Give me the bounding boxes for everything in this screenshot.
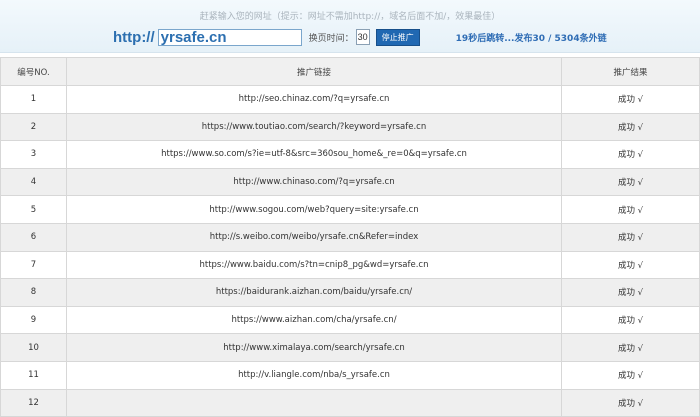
- input-hint: 赶紧输入您的网址（提示：网址不需加http://，域名后面不加/，效果最佳）: [199, 12, 501, 22]
- row-number: 5: [0, 195, 67, 224]
- row-number: 10: [0, 333, 67, 362]
- promotion-result: 成功 √: [561, 85, 700, 114]
- table-row: 5 http://www.sogou.com/web?query=site:yrs…: [0, 195, 700, 224]
- table-row: 11 http://v.liangle.com/nba/s_yrsafe.cn 成功…: [0, 360, 700, 390]
- promotion-link[interactable]: http://www.sogou.com/web?query=site:yrsa…: [66, 195, 562, 224]
- table-header-row: 编号NO. 推广链接 推广结果: [0, 57, 700, 86]
- column-header-link: 推广链接: [66, 57, 562, 86]
- status-text: 19秒后跳转...发布30 / 5304条外链: [455, 33, 607, 44]
- promotion-result: 成功 √: [561, 278, 700, 307]
- url-form: http:// 换页时间： 停止推广 19秒后跳转...发布30 / 5304条…: [113, 27, 607, 47]
- table-row: 2 https://www.toutiao.com/search/?keyword…: [0, 112, 700, 142]
- table-row: 1 http://seo.chinaz.com/?q=yrsafe.cn 成功 √: [0, 85, 700, 114]
- table-row: 9 https://www.aizhan.com/cha/yrsafe.cn/成功…: [0, 305, 700, 335]
- row-number: 2: [0, 112, 67, 142]
- promotion-link[interactable]: https://baidurank.aizhan.com/baidu/yrsaf…: [66, 278, 562, 307]
- promotion-link[interactable]: http://v.liangle.com/nba/s_yrsafe.cn: [66, 360, 562, 390]
- table-row: 8 https://baidurank.aizhan.com/baidu/yrsa…: [0, 278, 700, 307]
- row-number: 7: [0, 250, 67, 280]
- stop-promotion-button[interactable]: 停止推广: [375, 28, 420, 46]
- protocol-label: http://: [113, 28, 155, 46]
- results-table: 编号NO. 推广链接 推广结果 1 http://seo.chinaz.com/?…: [0, 57, 700, 417]
- interval-input[interactable]: [355, 29, 370, 45]
- row-number: 11: [0, 360, 67, 390]
- promotion-result: 成功 √: [561, 360, 700, 390]
- promotion-result: 成功 √: [561, 305, 700, 335]
- row-number: 8: [0, 278, 67, 307]
- row-number: 3: [0, 140, 67, 169]
- url-input[interactable]: [157, 28, 302, 46]
- table-row: 10 http://www.ximalaya.com/search/yrsafe.…: [0, 333, 700, 362]
- promotion-result: 成功 √: [561, 140, 700, 169]
- row-number: 6: [0, 222, 67, 252]
- row-number: 9: [0, 305, 67, 335]
- table-row: 3 https://www.so.com/s?ie=utf-8&src=360so…: [0, 140, 700, 169]
- promotion-result: 成功 √: [561, 167, 700, 197]
- promotion-result: 成功 √: [561, 222, 700, 252]
- column-header-result: 推广结果: [561, 57, 700, 86]
- table-row: 12 成功 √: [0, 388, 700, 417]
- promotion-result: 成功 √: [561, 195, 700, 224]
- promotion-link[interactable]: https://www.aizhan.com/cha/yrsafe.cn/: [66, 305, 562, 335]
- promotion-result: 成功 √: [561, 112, 700, 142]
- table-row: 7 https://www.baidu.com/s?tn=cnip8_pg&wd=…: [0, 250, 700, 280]
- promotion-result: 成功 √: [561, 250, 700, 280]
- row-number: 12: [0, 388, 67, 417]
- page-switch-label: 换页时间：: [308, 33, 354, 44]
- promotion-link[interactable]: http://www.chinaso.com/?q=yrsafe.cn: [66, 167, 562, 197]
- row-number: 4: [0, 167, 67, 197]
- row-number: 1: [0, 85, 67, 114]
- promotion-link[interactable]: http://www.ximalaya.com/search/yrsafe.cn: [66, 333, 562, 362]
- promotion-link[interactable]: http://seo.chinaz.com/?q=yrsafe.cn: [66, 85, 562, 114]
- table-row: 4 http://www.chinaso.com/?q=yrsafe.cn 成功 √: [0, 167, 700, 197]
- promotion-result: 成功 √: [561, 388, 700, 417]
- promotion-link[interactable]: [66, 388, 562, 417]
- table-row: 6 http://s.weibo.com/weibo/yrsafe.cn&Refe…: [0, 222, 700, 252]
- header-bar: 赶紧输入您的网址（提示：网址不需加http://，域名后面不加/，效果最佳） h…: [0, 0, 700, 53]
- promotion-link[interactable]: https://www.baidu.com/s?tn=cnip8_pg&wd=y…: [66, 250, 562, 280]
- promotion-link[interactable]: https://www.toutiao.com/search/?keyword=…: [66, 112, 562, 142]
- promotion-link[interactable]: http://s.weibo.com/weibo/yrsafe.cn&Refer…: [66, 222, 562, 252]
- column-header-no: 编号NO.: [0, 57, 67, 86]
- promotion-result: 成功 √: [561, 333, 700, 362]
- promotion-link[interactable]: https://www.so.com/s?ie=utf-8&src=360sou…: [66, 140, 562, 169]
